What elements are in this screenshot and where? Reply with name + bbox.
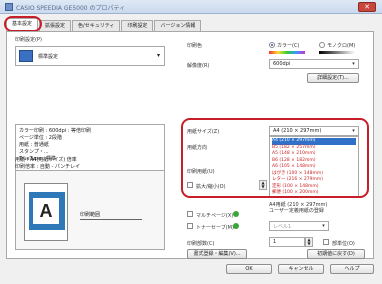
help-button[interactable]: ヘルプ [330, 264, 374, 274]
status-green-icon [233, 211, 239, 217]
title-bar: CASIO SPEEDIA GE5000 のプロパティ ✕ [0, 0, 382, 14]
highlight-ring-paper [181, 118, 369, 198]
user-defined-label: ユーザー定義用紙の登録 [269, 208, 324, 214]
printer-app-icon [5, 3, 13, 11]
preview-area: A 印刷範囲 [15, 170, 165, 250]
color-swatch-bar [269, 51, 305, 54]
color-option-color: カラー(C) [277, 43, 300, 49]
settings-value: 標準設定 [38, 54, 59, 60]
sample-letter: A [33, 198, 59, 224]
printer-icon [19, 50, 33, 62]
copies-label: 印刷部数(C) [187, 241, 215, 247]
close-button[interactable]: ✕ [358, 2, 376, 12]
mono-swatch-bar [319, 51, 355, 54]
summary-line: 用紙 : 普通紙 [19, 142, 49, 148]
preview-line: 用紙 : A4(用紙サイズ) 倍率 [15, 157, 77, 163]
print-range-label: 印刷範囲 [80, 212, 101, 218]
toner-level-value: レベル1 [273, 224, 292, 230]
resolution-value: 600dpi [273, 61, 291, 67]
settings-select[interactable]: 標準設定 ▾ [15, 46, 165, 66]
summary-line: スタンプ・... [19, 149, 49, 155]
copies-spin[interactable]: ▲ ▼ [305, 237, 313, 247]
multipage-label: マルチページ(X) [196, 213, 234, 219]
collate-label: 部単位(O) [332, 241, 355, 247]
ok-button[interactable]: OK [226, 264, 272, 274]
settings-label: 印刷設定(P) [15, 37, 42, 43]
restore-defaults-button[interactable]: 初期値に戻す(D) [307, 249, 365, 259]
tab-color-security[interactable]: 色/セキュリティ [72, 20, 121, 31]
color-option-mono: モノクロ(M) [327, 43, 356, 49]
divider [80, 219, 142, 220]
color-radio[interactable] [269, 42, 275, 48]
tab-print[interactable]: 印刷設定 [121, 20, 154, 31]
properties-window: 基本設定 拡張設定 色/セキュリティ 印刷設定 バージョン情報 印刷設定(P) … [0, 14, 382, 284]
copies-value: 1 [273, 239, 277, 245]
summary-line: ページ単位 : 2段階 [19, 135, 62, 141]
close-icon: ✕ [364, 3, 370, 11]
tab-panel-basic: 印刷設定(P) 標準設定 ▾ カラー印刷 : 600dpi : 等倍印刷 ページ… [6, 31, 374, 259]
resolution-select[interactable]: 600dpi ▾ [269, 59, 359, 69]
status-green-icon [233, 223, 239, 229]
color-label: 印刷色 [187, 43, 203, 49]
chevron-down-icon: ▾ [322, 223, 325, 229]
cancel-button[interactable]: キャンセル [278, 264, 324, 274]
preview-line: 印刷倍率 : 自動 - パンチレイ [15, 164, 81, 170]
mono-radio[interactable] [319, 42, 325, 48]
tab-extended[interactable]: 拡張設定 [39, 20, 72, 31]
chevron-down-icon: ▾ [156, 52, 160, 59]
multipage-checkbox[interactable] [187, 211, 193, 217]
copies-input[interactable]: 1 [269, 237, 305, 247]
window-title: CASIO SPEEDIA GE5000 のプロパティ [16, 5, 126, 12]
form-edit-button[interactable]: 書式登録・編集(V)... [187, 249, 247, 259]
page-preview: A [24, 183, 68, 241]
toner-save-checkbox[interactable] [187, 223, 193, 229]
highlight-ring-tab [4, 16, 42, 32]
detail-settings-button[interactable]: 詳細設定(T)... [307, 73, 359, 83]
summary-line: カラー印刷 : 600dpi : 等倍印刷 [19, 128, 92, 134]
paper-summary: 用紙 : A4(用紙サイズ) 倍率 印刷倍率 : 自動 - パンチレイ [15, 156, 165, 170]
tab-version[interactable]: バージョン情報 [154, 20, 202, 31]
collate-checkbox[interactable] [323, 239, 329, 245]
chevron-down-icon: ▾ [352, 61, 355, 67]
resolution-label: 解像度(R) [187, 63, 210, 69]
toner-save-label: トナーセーブ(M) [196, 225, 234, 231]
toner-level-select[interactable]: レベル1 ▾ [269, 221, 329, 231]
